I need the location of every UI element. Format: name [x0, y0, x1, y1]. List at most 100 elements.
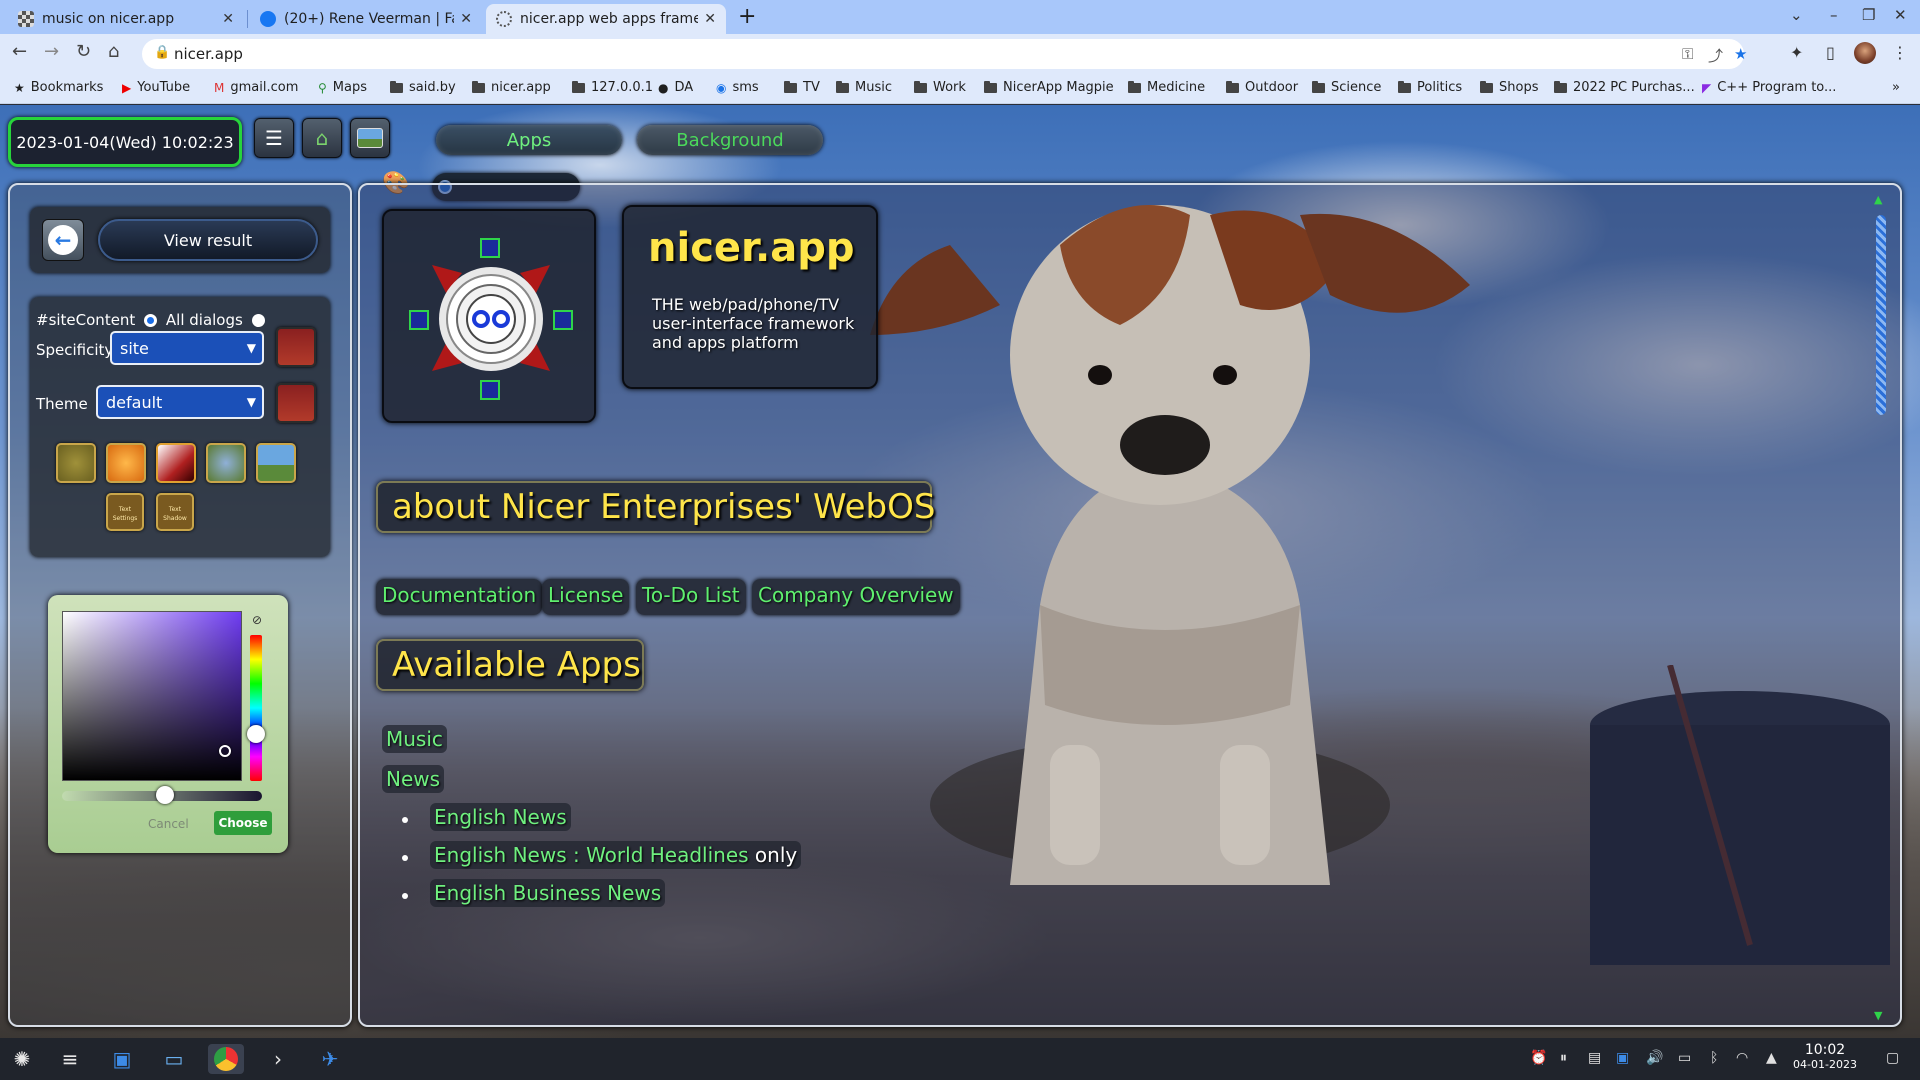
minimize-icon[interactable]: – [1830, 6, 1838, 24]
picker-cancel-button[interactable]: Cancel [148, 817, 189, 831]
change-theme-button[interactable]: ⌂ [302, 118, 342, 158]
specificity-select[interactable]: site ▼ [110, 331, 264, 365]
scope-radio-all-dialogs[interactable] [251, 314, 265, 327]
alpha-slider[interactable] [62, 786, 262, 804]
border-settings-button[interactable] [56, 443, 96, 483]
forward-icon[interactable]: → [44, 41, 59, 62]
menu-kebab-icon[interactable]: ⋮ [1892, 43, 1908, 62]
bookmark-tv[interactable]: TV [784, 80, 820, 95]
alpha-slider-knob[interactable] [156, 786, 174, 804]
bookmark-work[interactable]: Work [914, 80, 966, 95]
hue-slider[interactable] [247, 635, 265, 781]
settings-sliders-icon[interactable]: ≡ [52, 1044, 88, 1074]
bookmark-medicine[interactable]: Medicine [1128, 80, 1205, 95]
display-icon[interactable]: ▣ [1616, 1050, 1629, 1066]
wifi-icon[interactable]: ◠ [1736, 1050, 1748, 1066]
documentation-link[interactable]: Documentation [376, 579, 543, 615]
bookmark-da[interactable]: ● DA [658, 80, 693, 95]
side-panel-icon[interactable]: ▯ [1826, 43, 1835, 62]
tab-nicer-app[interactable]: nicer.app web apps framewor ✕ [486, 4, 726, 34]
app-launcher-icon[interactable]: ✺ [4, 1044, 40, 1074]
bookmark-said-by[interactable]: said.by [390, 80, 456, 95]
text-shadow-button[interactable]: Text Shadow [156, 493, 194, 531]
file-manager-icon[interactable]: ▭ [156, 1044, 192, 1074]
back-button[interactable]: ← [42, 219, 84, 261]
home-icon[interactable]: ⌂ [108, 41, 119, 62]
news-link-business[interactable]: English Business News [430, 879, 666, 907]
close-tab-icon[interactable]: ✕ [704, 11, 716, 27]
apps-button[interactable]: Apps [436, 125, 622, 155]
url-text[interactable]: nicer.app [174, 45, 243, 63]
bookmark-gmail[interactable]: Mgmail.com [214, 80, 298, 95]
background-button[interactable]: Background [637, 125, 823, 155]
nicer-app-logo-tile[interactable] [382, 209, 596, 423]
bookmark-localhost[interactable]: 127.0.0.1 [572, 80, 653, 95]
background-image-button[interactable] [350, 118, 390, 158]
saturation-value-area[interactable] [62, 611, 242, 781]
app-link-news[interactable]: News [382, 765, 445, 793]
store-icon[interactable]: ▣ [104, 1044, 140, 1074]
bookmark-magpie[interactable]: NicerApp Magpie [984, 80, 1114, 95]
show-desktop-icon[interactable]: ▢ [1886, 1050, 1899, 1066]
tab-search-icon[interactable]: ⌄ [1790, 6, 1803, 24]
gradient-button[interactable] [156, 443, 196, 483]
new-tab-button[interactable]: + [738, 4, 756, 29]
no-color-icon[interactable]: ⊘ [252, 613, 262, 627]
text-settings-button[interactable]: Text Settings [106, 493, 144, 531]
bookmark-shops[interactable]: Shops [1480, 80, 1538, 95]
close-tab-icon[interactable]: ✕ [222, 11, 234, 27]
bookmark-sms[interactable]: ◉ sms [716, 80, 759, 95]
volume-icon[interactable]: 🔊 [1646, 1050, 1663, 1066]
scroll-down-icon[interactable]: ▼ [1874, 1009, 1882, 1022]
scroll-up-icon[interactable]: ▲ [1874, 193, 1882, 206]
bookmark-pc-purchase[interactable]: 2022 PC Purchas... [1554, 80, 1695, 95]
bookmark-cpp[interactable]: ◤ C++ Program to... [1702, 80, 1836, 95]
chrome-icon[interactable] [208, 1044, 244, 1074]
battery-icon[interactable]: ▭ [1678, 1050, 1691, 1066]
bookmark-politics[interactable]: Politics [1398, 80, 1462, 95]
restore-icon[interactable]: ❐ [1862, 6, 1875, 24]
bookmark-star-icon[interactable]: ★ [1734, 45, 1747, 63]
reload-icon[interactable]: ↻ [76, 41, 91, 62]
alarm-icon[interactable]: ⏰ [1530, 1050, 1547, 1066]
lock-icon[interactable]: 🔒 [154, 45, 170, 60]
bookmark-bookmarks[interactable]: ★ Bookmarks [14, 80, 103, 95]
app-link-music[interactable]: Music [382, 725, 447, 753]
picker-choose-button[interactable]: Choose [214, 811, 272, 835]
news-link-english[interactable]: English News [430, 803, 571, 831]
license-link[interactable]: License [542, 579, 630, 615]
hue-slider-knob[interactable] [247, 725, 265, 743]
background-image-settings-button[interactable] [206, 443, 246, 483]
scrollbar-thumb[interactable] [1876, 215, 1886, 415]
menu-list-button[interactable]: ☰ [254, 118, 294, 158]
profile-avatar[interactable] [1854, 42, 1876, 64]
bluetooth-icon[interactable]: ᛒ [1710, 1050, 1718, 1066]
more-bookmarks-button[interactable]: » [1892, 80, 1900, 95]
tab-facebook[interactable]: (20+) Rene Veerman | Facebo ✕ [250, 4, 482, 34]
bookmark-music[interactable]: Music [836, 80, 892, 95]
save-theme-button[interactable] [276, 383, 316, 423]
share-icon[interactable]: ⤴ [1708, 45, 1723, 66]
news-link-world-headlines[interactable]: English News : World Headlines only [430, 841, 802, 869]
back-icon[interactable]: ← [12, 41, 27, 62]
clipboard-icon[interactable]: ▤ [1588, 1050, 1601, 1066]
theme-select[interactable]: default ▼ [96, 385, 264, 419]
specificity-color-button[interactable] [276, 327, 316, 367]
landscape-settings-button[interactable] [256, 443, 296, 483]
key-icon[interactable]: ⚿ [1682, 45, 1693, 63]
tab-music[interactable]: music on nicer.app ✕ [8, 4, 244, 34]
todo-list-link[interactable]: To-Do List [636, 579, 746, 615]
pause-icon[interactable]: ⏸ [1560, 1050, 1567, 1066]
view-result-button[interactable]: View result [98, 219, 318, 261]
close-window-icon[interactable]: ✕ [1894, 6, 1907, 24]
extensions-icon[interactable]: ✦ [1790, 43, 1803, 62]
system-clock[interactable]: 10:02 04-01-2023 [1790, 1042, 1860, 1071]
bookmark-science[interactable]: Science [1312, 80, 1381, 95]
close-tab-icon[interactable]: ✕ [460, 11, 472, 27]
background-color-button[interactable] [106, 443, 146, 483]
terminal-icon[interactable]: › [260, 1044, 296, 1074]
scope-radio-site-content[interactable] [144, 314, 158, 327]
color-selector-handle[interactable] [219, 745, 231, 757]
bookmark-youtube[interactable]: ▶ YouTube [122, 80, 190, 95]
company-overview-link[interactable]: Company Overview [752, 579, 960, 615]
